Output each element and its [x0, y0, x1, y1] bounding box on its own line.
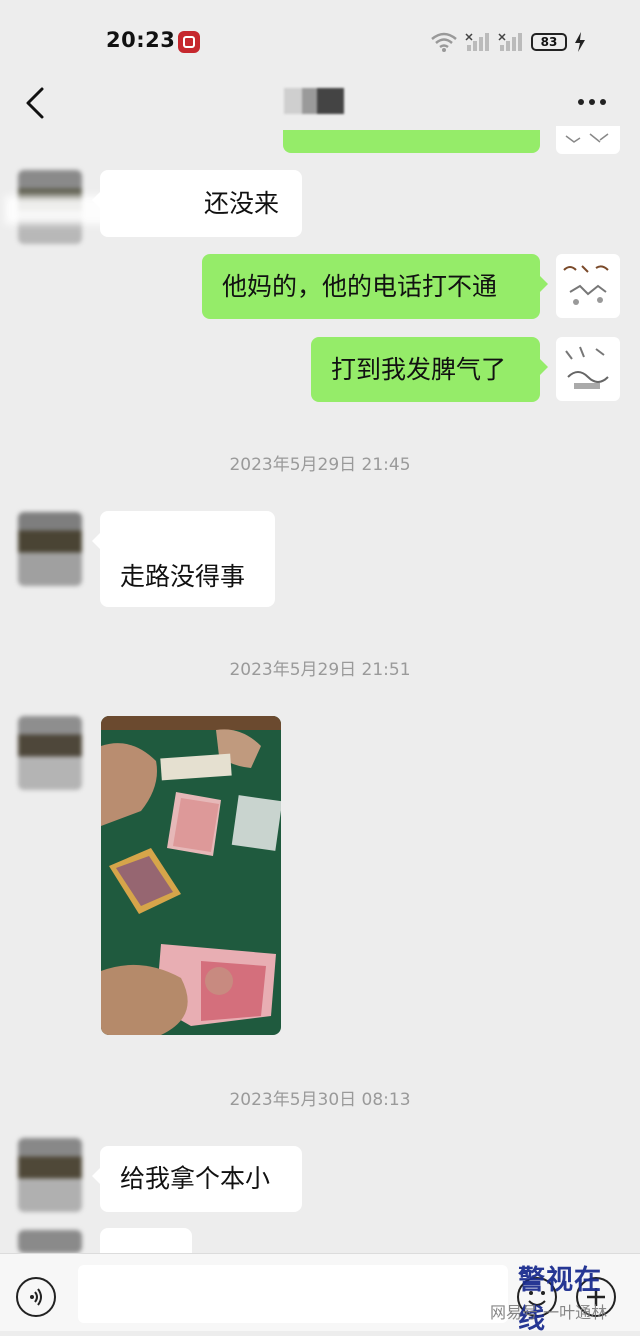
voice-input-button[interactable]	[16, 1277, 56, 1317]
contact-avatar[interactable]	[18, 1138, 82, 1212]
chat-bubble-out[interactable]: 他妈的，他的电话打不通	[202, 254, 548, 319]
message-text: 打到我发脾气了	[331, 355, 507, 384]
chat-photo-message[interactable]	[101, 716, 281, 1035]
my-avatar[interactable]	[556, 254, 620, 318]
my-avatar[interactable]	[556, 337, 620, 401]
voice-icon	[30, 1288, 42, 1306]
message-text: 还没来	[204, 189, 280, 218]
signal-icon	[465, 33, 489, 51]
my-avatar-partial[interactable]	[556, 126, 620, 154]
photo-content	[101, 716, 281, 1035]
chat-title-pixelated	[284, 88, 344, 114]
more-options-icon[interactable]	[578, 92, 612, 112]
contact-avatar[interactable]	[18, 512, 82, 586]
notification-app-icon	[178, 31, 200, 53]
message-text: 走路没得事	[120, 562, 246, 591]
watermark-logo: 警视在线	[518, 1265, 602, 1335]
chat-bubble-in[interactable]: 还没来	[92, 170, 302, 237]
battery-indicator: 83	[531, 33, 567, 51]
contact-avatar-partial[interactable]	[18, 1230, 82, 1253]
status-time: 20:23	[106, 28, 176, 52]
chat-bubble-out-partial[interactable]	[283, 130, 540, 153]
status-icons: 83	[430, 30, 586, 54]
watermark-source: 网易号 一叶通林	[490, 1303, 608, 1322]
chat-bubble-in[interactable]: 走路没得事	[92, 511, 275, 607]
timestamp: 2023年5月29日 21:51	[229, 660, 411, 680]
message-text: 给我拿个本小	[120, 1164, 271, 1193]
message-text: 他妈的，他的电话打不通	[222, 272, 498, 301]
charging-icon	[575, 32, 585, 52]
chat-bubble-in[interactable]: 给我拿个本小	[92, 1146, 302, 1212]
message-input[interactable]	[78, 1265, 508, 1323]
chat-bubble-in-partial[interactable]	[100, 1228, 192, 1253]
timestamp: 2023年5月30日 08:13	[229, 1090, 411, 1110]
wifi-icon	[431, 32, 457, 52]
signal-icon-2	[498, 33, 522, 51]
contact-avatar[interactable]	[18, 716, 82, 790]
timestamp: 2023年5月29日 21:45	[229, 455, 411, 475]
back-arrow-icon[interactable]	[22, 86, 54, 120]
chat-bubble-out[interactable]: 打到我发脾气了	[311, 337, 548, 402]
